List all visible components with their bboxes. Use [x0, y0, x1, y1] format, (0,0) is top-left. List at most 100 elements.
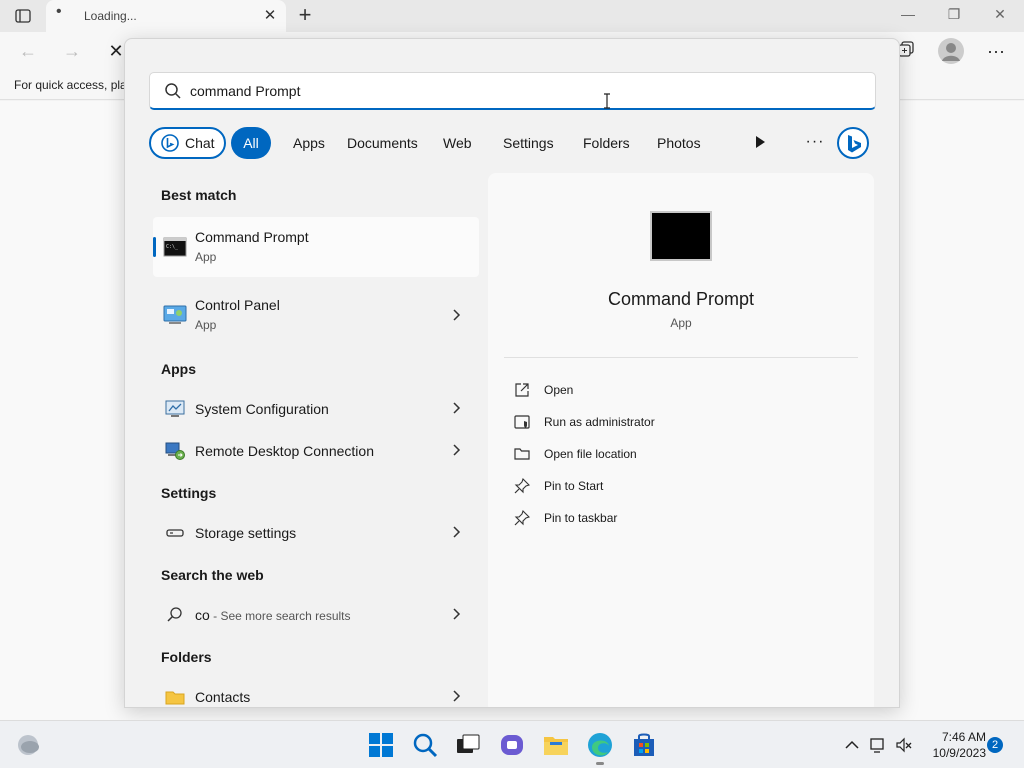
new-tab-icon[interactable]: +: [294, 4, 316, 27]
back-icon[interactable]: ←: [16, 40, 40, 64]
chevron-up-icon[interactable]: [842, 735, 862, 755]
scroll-filters-icon[interactable]: [753, 135, 767, 149]
result-storage-settings[interactable]: Storage settings: [153, 515, 479, 551]
folder-icon: [165, 691, 185, 705]
result-name: System Configuration: [195, 401, 329, 417]
task-view-icon[interactable]: [454, 731, 482, 759]
action-label: Open: [544, 383, 574, 397]
search-input[interactable]: [190, 79, 850, 103]
open-icon: [515, 383, 529, 397]
chevron-right-icon: [453, 526, 461, 538]
filter-apps[interactable]: Apps: [281, 127, 337, 159]
web-query-hint: - See more search results: [209, 609, 351, 623]
clock[interactable]: 7:46 AM 10/9/2023: [922, 729, 986, 761]
system-configuration-icon: [165, 400, 185, 417]
action-pin-to-taskbar[interactable]: Pin to taskbar: [514, 506, 814, 530]
result-remote-desktop-connection[interactable]: Remote Desktop Connection: [153, 433, 479, 469]
taskbar: 7:46 AM 10/9/2023 2: [0, 720, 1024, 768]
chevron-right-icon: [453, 309, 461, 321]
preview-title: Command Prompt: [607, 289, 755, 309]
result-name: Contacts: [195, 689, 251, 705]
command-prompt-large-icon: [650, 211, 712, 261]
search-filters: Chat All Apps Documents Web Settings Fol…: [149, 127, 876, 161]
search-box[interactable]: [149, 72, 876, 110]
tab-title: Loading...: [84, 9, 137, 23]
result-name: Storage settings: [195, 525, 297, 541]
search-web-heading: Search the web: [161, 567, 264, 583]
chevron-right-icon: [453, 608, 461, 620]
edge-running-indicator: [596, 762, 604, 765]
filter-chat[interactable]: Chat: [149, 127, 226, 159]
restore-icon[interactable]: ❐: [942, 6, 966, 26]
windows-start-icon[interactable]: [367, 731, 395, 759]
action-open[interactable]: Open: [514, 378, 814, 402]
settings-heading: Settings: [161, 485, 217, 501]
network-icon[interactable]: [868, 735, 888, 755]
folders-heading: Folders: [161, 649, 212, 665]
text-cursor-icon: [604, 93, 610, 109]
preview-type: App: [670, 316, 692, 330]
browser-tab-bar: • Loading... ✕ + — ❐ ✕: [0, 0, 1024, 32]
action-label: Open file location: [544, 447, 637, 461]
action-pin-to-start[interactable]: Pin to Start: [514, 474, 814, 498]
filter-photos[interactable]: Photos: [645, 127, 713, 159]
filter-documents[interactable]: Documents: [335, 127, 430, 159]
favorites-bar-hint: For quick access, pla: [14, 78, 127, 92]
loading-favicon-icon: •: [56, 3, 62, 20]
bing-button[interactable]: [837, 127, 869, 159]
bing-chat-icon: [161, 134, 179, 152]
tab-close-icon[interactable]: ✕: [262, 8, 278, 24]
start-search-panel: Chat All Apps Documents Web Settings Fol…: [124, 38, 900, 708]
clock-date: 10/9/2023: [932, 746, 986, 760]
chevron-right-icon: [453, 444, 461, 456]
web-search-icon: [167, 607, 182, 622]
command-prompt-icon: C:\_: [163, 237, 187, 257]
chevron-right-icon: [453, 690, 461, 702]
weather-icon[interactable]: [14, 731, 42, 759]
search-taskbar-icon[interactable]: [411, 731, 439, 759]
forward-icon[interactable]: →: [60, 40, 84, 64]
result-preview: Command Prompt App Open Run as administr…: [488, 173, 874, 707]
clock-time: 7:46 AM: [941, 730, 986, 744]
more-options-icon[interactable]: ···: [801, 127, 829, 159]
result-control-panel[interactable]: Control Panel App: [153, 285, 479, 345]
result-name: Command Prompt: [195, 229, 309, 245]
store-icon[interactable]: [630, 731, 658, 759]
preview-divider: [504, 357, 858, 358]
result-type: App: [195, 250, 217, 264]
notification-badge[interactable]: 2: [987, 737, 1003, 753]
tab-actions-icon[interactable]: [12, 6, 34, 26]
filter-all[interactable]: All: [231, 127, 271, 159]
search-icon: [165, 83, 181, 99]
result-name: Remote Desktop Connection: [195, 443, 374, 459]
best-match-heading: Best match: [161, 187, 237, 203]
action-open-file-location[interactable]: Open file location: [514, 442, 814, 466]
minimize-icon[interactable]: —: [896, 6, 920, 26]
apps-heading: Apps: [161, 361, 196, 377]
action-run-as-administrator[interactable]: Run as administrator: [514, 410, 814, 434]
edge-icon[interactable]: [586, 731, 614, 759]
control-panel-icon: [163, 305, 187, 324]
result-web-search[interactable]: co - See more search results: [153, 597, 479, 633]
action-label: Run as administrator: [544, 415, 655, 429]
volume-muted-icon[interactable]: [894, 735, 914, 755]
file-explorer-icon[interactable]: [542, 731, 570, 759]
folder-open-icon: [514, 448, 530, 460]
storage-icon: [166, 529, 184, 537]
filter-folders[interactable]: Folders: [571, 127, 642, 159]
result-contacts-folder[interactable]: Contacts: [153, 679, 479, 707]
result-command-prompt[interactable]: C:\_ Command Prompt App: [153, 217, 479, 277]
browser-tab[interactable]: • Loading... ✕: [46, 0, 286, 32]
profile-avatar[interactable]: [938, 38, 964, 64]
shield-icon: [514, 415, 530, 429]
chevron-right-icon: [453, 402, 461, 414]
settings-more-icon[interactable]: ···: [984, 40, 1008, 64]
filter-settings[interactable]: Settings: [491, 127, 566, 159]
close-window-icon[interactable]: ✕: [988, 6, 1012, 26]
filter-web[interactable]: Web: [431, 127, 484, 159]
web-query: co: [195, 607, 210, 623]
teams-chat-icon[interactable]: [498, 731, 526, 759]
result-type: App: [195, 318, 217, 332]
bing-icon: [848, 135, 861, 153]
result-system-configuration[interactable]: System Configuration: [153, 391, 479, 427]
